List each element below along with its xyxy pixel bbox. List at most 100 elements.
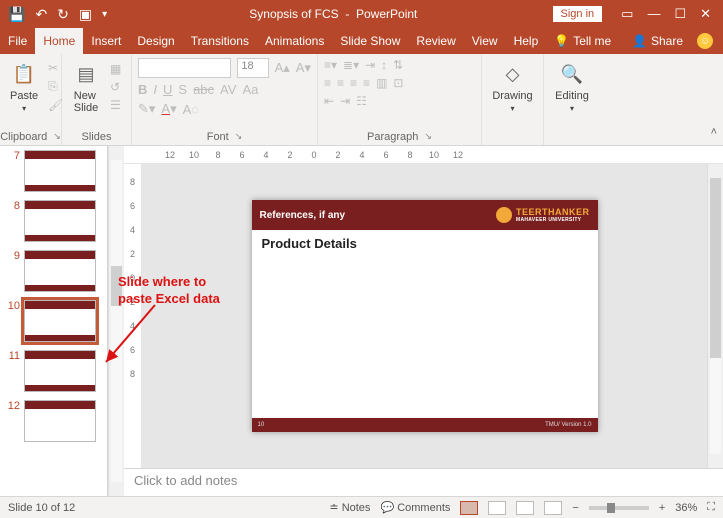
strike-icon[interactable]: abc (193, 82, 214, 97)
new-slide-icon: ▤ (72, 60, 100, 88)
view-slideshow-icon[interactable] (544, 501, 562, 515)
tell-me[interactable]: 💡 Tell me (546, 28, 619, 54)
justify-icon[interactable]: ≡ (363, 76, 370, 90)
align-center-icon[interactable]: ≡ (337, 76, 344, 90)
save-icon[interactable]: 💾 (8, 6, 25, 23)
current-slide[interactable]: References, if any TEERTHANKER MAHAVEER … (252, 200, 598, 432)
ribbon-display-icon[interactable]: ▭ (621, 6, 633, 22)
scroll-thumb[interactable] (710, 178, 721, 358)
sign-in-button[interactable]: Sign in (552, 5, 604, 23)
view-normal-icon[interactable] (460, 501, 478, 515)
increase-font-icon[interactable]: A▴ (275, 60, 290, 76)
clear-format-icon[interactable]: A◌ (183, 102, 199, 117)
bullets-icon[interactable]: ≡▾ (324, 58, 337, 72)
tab-design[interactable]: Design (129, 28, 182, 54)
numbering-icon[interactable]: ≣▾ (343, 58, 359, 72)
zoom-slider[interactable] (589, 506, 649, 510)
zoom-knob[interactable] (607, 503, 615, 513)
slide-title[interactable]: Product Details (262, 236, 357, 251)
tab-help[interactable]: Help (506, 28, 547, 54)
clipboard-icon: 📋 (10, 60, 38, 88)
slide-thumb-11[interactable] (24, 350, 96, 392)
zoom-out-icon[interactable]: − (572, 502, 578, 514)
share-button[interactable]: Share (651, 34, 683, 48)
list-level-icon[interactable]: ⇥ (365, 58, 375, 72)
align-text-icon[interactable]: ⊡ (393, 76, 403, 90)
zoom-in-icon[interactable]: + (659, 502, 665, 514)
slide-footer-right: TMU/ Version 1.0 (545, 422, 591, 428)
drawing-button[interactable]: ◇ Drawing ▾ (488, 58, 537, 115)
tab-view[interactable]: View (464, 28, 506, 54)
tab-animations[interactable]: Animations (257, 28, 332, 54)
tab-insert[interactable]: Insert (83, 28, 129, 54)
align-left-icon[interactable]: ≡ (324, 76, 331, 90)
close-icon[interactable]: ✕ (700, 6, 711, 22)
slide-thumb-7[interactable] (24, 150, 96, 192)
thumb-num: 7 (6, 150, 20, 162)
slide-thumb-12[interactable] (24, 400, 96, 442)
spacing-icon[interactable]: AV (220, 82, 236, 97)
minimize-icon[interactable]: — (647, 6, 660, 22)
paste-button[interactable]: 📋 Paste ▾ (6, 58, 42, 115)
decrease-font-icon[interactable]: A▾ (296, 60, 311, 76)
shadow-icon[interactable]: S (178, 82, 187, 97)
smartart-icon[interactable]: ☷ (356, 94, 367, 108)
thumb-num: 12 (6, 400, 20, 412)
slide-thumb-9[interactable] (24, 250, 96, 292)
thumb-num: 9 (6, 250, 20, 262)
start-slideshow-icon[interactable]: ▣ (79, 6, 92, 23)
undo-icon[interactable]: ↶ (35, 6, 47, 23)
underline-icon[interactable]: U (163, 82, 172, 97)
slide-canvas[interactable]: References, if any TEERTHANKER MAHAVEER … (142, 164, 707, 468)
slide-page-number: 10 (258, 422, 265, 428)
reset-icon[interactable]: ↺ (110, 80, 121, 94)
font-family-combo[interactable] (138, 58, 231, 78)
thumb-num: 8 (6, 200, 20, 212)
section-icon[interactable]: ☰ (110, 98, 121, 112)
new-slide-button[interactable]: ▤ New Slide (68, 58, 104, 116)
layout-icon[interactable]: ▦ (110, 62, 121, 76)
paragraph-launcher-icon[interactable]: ↘ (424, 131, 432, 143)
editing-button[interactable]: 🔍 Editing ▾ (550, 58, 594, 115)
bold-icon[interactable]: B (138, 82, 147, 97)
editor-scrollbar[interactable] (707, 164, 723, 468)
lightbulb-icon: 💡 (554, 34, 569, 48)
view-reading-icon[interactable] (516, 501, 534, 515)
font-color-icon[interactable]: A▾ (161, 101, 176, 117)
redo-icon[interactable]: ↻ (57, 6, 69, 23)
collapse-ribbon-icon[interactable]: ˄ (711, 126, 717, 138)
feedback-smiley-icon[interactable]: ☺ (697, 33, 713, 49)
view-sorter-icon[interactable] (488, 501, 506, 515)
highlight-icon[interactable]: ✎▾ (138, 101, 155, 117)
qat-more-icon[interactable]: ▾ (102, 9, 107, 20)
notes-pane[interactable]: Click to add notes (124, 468, 723, 496)
tab-file[interactable]: File (0, 28, 35, 54)
clipboard-launcher-icon[interactable]: ↘ (53, 131, 61, 143)
indent-dec-icon[interactable]: ⇤ (324, 94, 334, 108)
tab-review[interactable]: Review (408, 28, 463, 54)
italic-icon[interactable]: I (153, 82, 157, 97)
line-spacing-icon[interactable]: ↕ (381, 58, 387, 72)
change-case-icon[interactable]: Aa (242, 82, 258, 97)
columns-icon[interactable]: ▥ (376, 76, 387, 90)
group-slides: Slides (82, 131, 112, 143)
slide-thumb-8[interactable] (24, 200, 96, 242)
maximize-icon[interactable]: ☐ (674, 6, 686, 22)
shapes-icon: ◇ (499, 60, 527, 88)
font-size-combo[interactable]: 18 (237, 58, 268, 78)
notes-toggle[interactable]: ≐ Notes (329, 501, 370, 514)
group-paragraph: Paragraph (367, 131, 418, 143)
tab-transitions[interactable]: Transitions (183, 28, 257, 54)
fit-to-window-icon[interactable]: ⛶ (707, 501, 715, 514)
indent-inc-icon[interactable]: ⇥ (340, 94, 350, 108)
tab-home[interactable]: Home (35, 28, 83, 54)
thumb-num: 10 (6, 300, 20, 312)
tab-slideshow[interactable]: Slide Show (332, 28, 408, 54)
font-launcher-icon[interactable]: ↘ (235, 131, 243, 143)
slide-thumbnail-panel[interactable]: 7 8 9 10 11 12 (0, 146, 108, 496)
text-direction-icon[interactable]: ⇅ (393, 58, 403, 72)
align-right-icon[interactable]: ≡ (350, 76, 357, 90)
zoom-value[interactable]: 36% (675, 502, 697, 514)
slide-thumb-10[interactable] (24, 300, 96, 342)
comments-toggle[interactable]: 💬 Comments (380, 501, 450, 514)
